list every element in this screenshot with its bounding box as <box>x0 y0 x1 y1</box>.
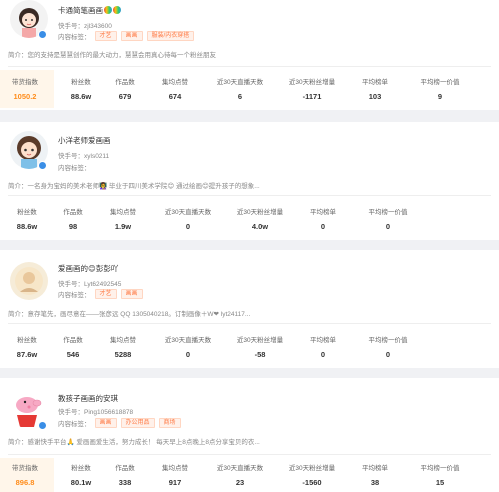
stat-live-days: 近30天直播天数 6 <box>216 79 264 101</box>
content-tags: 内容标签： 才艺 画画 服装/内衣穿搭 <box>58 31 195 41</box>
divider <box>8 323 491 324</box>
verified-icon <box>38 30 47 39</box>
account-card-3[interactable]: 爱画画的😊彭彭吖 快手号：Lyt62492545 内容标签： 才艺 画画 简介：… <box>0 250 499 368</box>
kuaishou-id: 快手号：xyls0211 <box>58 153 110 160</box>
avatar[interactable] <box>10 262 48 300</box>
stat-rank-value: 平均榜一价值 0 <box>368 209 408 231</box>
stat-avg-rank: 平均榜单 0 <box>310 209 336 231</box>
stat-sales-index: 带货指数 896.8 <box>12 465 38 487</box>
stat-fan-growth: 近30天粉丝增量 4.0w <box>236 209 284 231</box>
stat-works: 作品数 679 <box>115 79 135 101</box>
account-name[interactable]: 爱画画的😊彭彭吖 <box>58 263 118 274</box>
stat-fans: 粉丝数 87.6w <box>16 337 38 359</box>
kuaishou-id: 快手号：zjl343600 <box>58 23 112 30</box>
tag-2[interactable]: 画画 <box>120 289 143 299</box>
rainbow-emoji-icon <box>113 6 121 14</box>
account-name[interactable]: 卡通简笔画画 <box>58 5 121 16</box>
account-intro: 简介：感谢快手平台🙏 爱画画爱生活，努力成长！ 每天早上8点晚上8点分享宝贝的衣… <box>8 439 260 446</box>
account-card-2[interactable]: 小洋老师爱画画 快手号：xyls0211 内容标签： 简介：一名身为宝妈的美术老… <box>0 122 499 240</box>
account-intro: 简介：您的支持是慧慧创作的最大动力，慧慧会用真心待每一个粉丝朋友 <box>8 52 216 59</box>
stat-works: 作品数 98 <box>63 209 83 231</box>
stat-avg-likes: 集均点赞 5288 <box>110 337 136 359</box>
stat-avg-rank: 平均榜单 0 <box>310 337 336 359</box>
tag-2[interactable]: 画画 <box>120 31 143 41</box>
tag-3[interactable]: 商场 <box>158 418 181 428</box>
stat-avg-rank: 平均榜单 38 <box>362 465 388 487</box>
kuaishou-id: 快手号：Ping1056618878 <box>58 409 134 416</box>
content-tags: 内容标签： 画画 办公用品 商场 <box>58 418 181 428</box>
stat-avg-likes: 集均点赞 1.9w <box>110 209 136 231</box>
stat-fan-growth: 近30天粉丝增量 -1171 <box>288 79 336 101</box>
avatar-drawing-illustration <box>15 267 43 295</box>
stat-rank-value: 平均榜一价值 0 <box>368 337 408 359</box>
account-name[interactable]: 小洋老师爱画画 <box>58 135 111 146</box>
tag-1[interactable]: 才艺 <box>94 289 117 299</box>
stat-fans: 粉丝数 88.6w <box>16 209 38 231</box>
account-card-1[interactable]: 卡通简笔画画 快手号：zjl343600 内容标签： 才艺 画画 服装/内衣穿搭… <box>0 0 499 110</box>
stat-works: 作品数 546 <box>63 337 83 359</box>
stat-live-days: 近30天直播天数 23 <box>216 465 264 487</box>
divider <box>8 66 491 67</box>
stat-fans: 粉丝数 80.1w <box>70 465 92 487</box>
stat-sales-index: 带货指数 1050.2 <box>12 79 38 101</box>
stat-rank-value: 平均榜一价值 15 <box>420 465 460 487</box>
tag-1[interactable]: 画画 <box>94 418 117 428</box>
stat-fan-growth: 近30天粉丝增量 -58 <box>236 337 284 359</box>
divider <box>8 195 491 196</box>
palette-emoji-icon <box>104 6 112 14</box>
stat-avg-likes: 集均点赞 917 <box>162 465 188 487</box>
account-name[interactable]: 教孩子画画的安琪 <box>58 393 118 404</box>
account-card-4[interactable]: 教孩子画画的安琪 快手号：Ping1056618878 内容标签： 画画 办公用… <box>0 378 499 492</box>
stat-live-days: 近30天直播天数 0 <box>164 337 212 359</box>
stat-live-days: 近30天直播天数 0 <box>164 209 212 231</box>
stat-fans: 粉丝数 88.6w <box>70 79 92 101</box>
content-tags: 内容标签： <box>58 165 91 172</box>
stat-fan-growth: 近30天粉丝增量 -1560 <box>288 465 336 487</box>
tag-1[interactable]: 才艺 <box>94 31 117 41</box>
stat-avg-rank: 平均榜单 103 <box>362 79 388 101</box>
kuaishou-id: 快手号：Lyt62492545 <box>58 281 122 288</box>
account-intro: 简介：一名身为宝妈的美术老师👩‍🏫 毕业于四川美术学院😊 通过绘画😊提升孩子的想… <box>8 183 260 190</box>
tag-2[interactable]: 办公用品 <box>120 418 155 428</box>
tag-3[interactable]: 服装/内衣穿搭 <box>146 31 195 41</box>
stat-works: 作品数 338 <box>115 465 135 487</box>
divider <box>8 454 491 455</box>
account-intro: 简介：意存笔先，画尽意在——张彦远 QQ 1305040218。订制画像＋W❤ … <box>8 311 251 318</box>
verified-icon <box>38 421 47 430</box>
verified-icon <box>38 161 47 170</box>
content-tags: 内容标签： 才艺 画画 <box>58 289 143 299</box>
stat-rank-value: 平均榜一价值 9 <box>420 79 460 101</box>
stat-avg-likes: 集均点赞 674 <box>162 79 188 101</box>
